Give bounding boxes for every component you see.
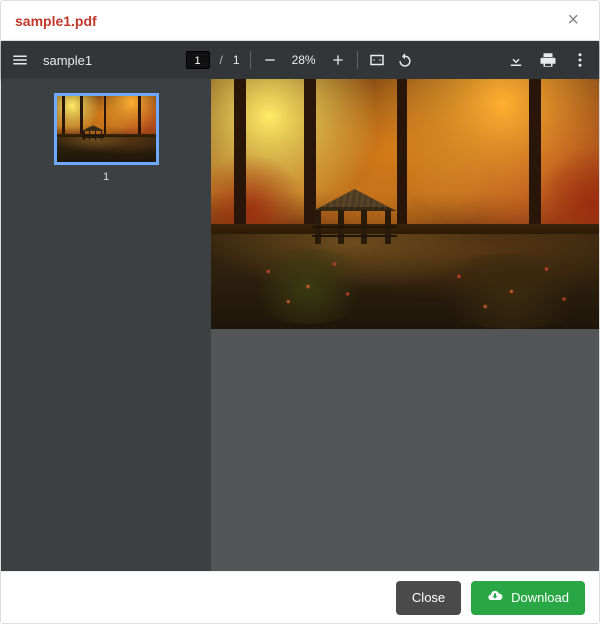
pdf-preview-modal: sample1.pdf × sample1 1 / 1 28% [0,0,600,624]
page-number-input[interactable]: 1 [186,51,210,69]
more-icon[interactable] [571,51,589,69]
page-canvas-area[interactable] [211,79,599,571]
pdf-viewer: sample1 1 / 1 28% [1,41,599,571]
rotate-icon[interactable] [396,51,414,69]
viewer-content: 1 [1,79,599,571]
close-icon[interactable]: × [561,5,585,36]
print-icon[interactable] [539,51,557,69]
fit-to-width-icon[interactable] [368,51,386,69]
menu-icon[interactable] [11,51,29,69]
page-image [211,79,599,329]
thumbnail-page-number: 1 [103,171,109,183]
thumbnail-image[interactable] [54,93,159,165]
download-button-label: Download [511,590,569,605]
document-title: sample1 [43,53,92,68]
page-total: 1 [233,53,240,67]
cloud-download-icon [487,588,503,607]
modal-footer: Close Download [1,571,599,623]
close-button-label: Close [412,590,445,605]
toolbar-divider [357,51,358,69]
download-icon[interactable] [507,51,525,69]
viewer-toolbar: sample1 1 / 1 28% [1,41,599,79]
modal-title: sample1.pdf [15,13,561,29]
download-button[interactable]: Download [471,581,585,615]
zoom-level[interactable]: 28% [289,53,319,67]
page-separator: / [220,53,223,67]
zoom-out-icon[interactable] [261,51,279,69]
modal-header: sample1.pdf × [1,1,599,41]
close-button[interactable]: Close [396,581,461,615]
thumbnail-item[interactable]: 1 [54,93,159,183]
zoom-in-icon[interactable] [329,51,347,69]
toolbar-divider [250,51,251,69]
thumbnail-sidebar: 1 [1,79,211,571]
